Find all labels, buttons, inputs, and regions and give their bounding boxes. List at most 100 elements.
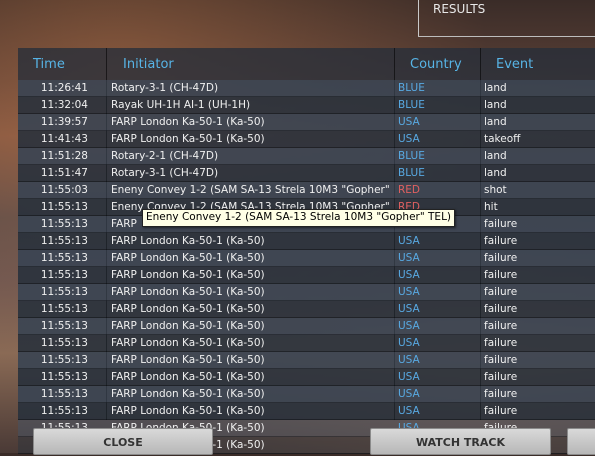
event-cell: failure — [484, 286, 518, 298]
time-cell: 11:55:13 — [40, 286, 88, 298]
initiator-cell: FARP London Ka-50-1 (Ka-50) — [111, 269, 265, 281]
country-cell: USA — [398, 388, 420, 400]
event-cell: failure — [484, 320, 518, 332]
header-event[interactable]: Event — [496, 57, 533, 72]
table-header: Time Initiator Country Event — [18, 48, 595, 78]
results-table: Time Initiator Country Event 11:26:41 Rot… — [18, 48, 595, 454]
table-row[interactable]: 11:55:13 FARP London Ka-50-1 (Ka-50) USA fa… — [18, 284, 595, 301]
event-cell: failure — [484, 337, 518, 349]
country-cell: BLUE — [398, 82, 425, 94]
initiator-cell: Rotary-2-1 (CH-47D) — [111, 150, 219, 162]
watch-track-button[interactable]: WATCH TRACK — [370, 428, 551, 455]
header-country[interactable]: Country — [410, 57, 462, 72]
country-cell: USA — [398, 337, 420, 349]
event-cell: failure — [484, 252, 518, 264]
header-time[interactable]: Time — [33, 57, 65, 72]
time-cell: 11:26:41 — [40, 82, 88, 94]
time-cell: 11:55:13 — [40, 303, 88, 315]
table-row[interactable]: 11:55:03 Eneny Convey 1-2 (SAM SA-13 Stre… — [18, 182, 595, 199]
table-row[interactable]: 11:55:13 FARP London Ka-50-1 (Ka-50) USA fa… — [18, 318, 595, 335]
initiator-cell: FARP London Ka-50-1 (Ka-50) — [111, 320, 265, 332]
table-row[interactable]: 11:26:41 Rotary-3-1 (CH-47D) BLUE land — [18, 80, 595, 97]
time-cell: 11:55:13 — [40, 269, 88, 281]
country-cell: USA — [398, 354, 420, 366]
partial-button[interactable] — [567, 428, 595, 455]
initiator-cell: Rayak UH-1H AI-1 (UH-1H) — [111, 99, 251, 111]
table-row[interactable]: 11:55:13 FARP London Ka-50-1 (Ka-50) USA fa… — [18, 250, 595, 267]
time-cell: 11:32:04 — [40, 99, 88, 111]
table-row[interactable]: 11:55:13 FARP London Ka-50-1 (Ka-50) USA fa… — [18, 369, 595, 386]
initiator-cell: FARP London Ka-50-1 (Ka-50) — [111, 337, 265, 349]
results-tab[interactable]: RESULTS — [433, 2, 485, 16]
event-cell: failure — [484, 303, 518, 315]
event-cell: failure — [484, 388, 518, 400]
event-cell: failure — [484, 235, 518, 247]
event-cell: land — [484, 99, 507, 111]
country-cell: USA — [398, 252, 420, 264]
event-cell: takeoff — [484, 133, 521, 145]
country-cell: USA — [398, 371, 420, 383]
table-row[interactable]: 11:51:28 Rotary-2-1 (CH-47D) BLUE land — [18, 148, 595, 165]
initiator-tooltip: Eneny Convey 1-2 (SAM SA-13 Strela 10M3 … — [142, 209, 456, 227]
country-cell: USA — [398, 133, 420, 145]
results-underline — [418, 36, 595, 37]
time-cell: 11:51:47 — [40, 167, 88, 179]
event-cell: land — [484, 116, 507, 128]
header-initiator[interactable]: Initiator — [123, 57, 174, 72]
initiator-cell: FARP London Ka-50-1 (Ka-50) — [111, 116, 265, 128]
initiator-cell: FARP London Ka-50-1 (Ka-50) — [111, 303, 265, 315]
initiator-cell: FARP London Ka-50-1 (Ka-50) — [111, 252, 265, 264]
table-row[interactable]: 11:55:13 FARP London Ka-50-1 (Ka-50) USA fa… — [18, 301, 595, 318]
time-cell: 11:39:57 — [40, 116, 88, 128]
initiator-cell: FARP London Ka-50-1 (Ka-50) — [111, 388, 265, 400]
initiator-cell: FARP London Ka-50-1 (Ka-50) — [111, 371, 265, 383]
event-cell: failure — [484, 218, 518, 230]
country-cell: USA — [398, 235, 420, 247]
time-cell: 11:55:13 — [40, 320, 88, 332]
event-cell: failure — [484, 371, 518, 383]
results-divider — [418, 0, 419, 36]
country-cell: USA — [398, 116, 420, 128]
event-cell: failure — [484, 354, 518, 366]
initiator-cell: Rotary-3-1 (CH-47D) — [111, 167, 219, 179]
time-cell: 11:55:13 — [40, 405, 88, 417]
time-cell: 11:55:13 — [40, 252, 88, 264]
time-cell: 11:55:13 — [40, 371, 88, 383]
initiator-cell: FARP London Ka-50-1 (Ka-50) — [111, 354, 265, 366]
table-row[interactable]: 11:41:43 FARP London Ka-50-1 (Ka-50) USA ta… — [18, 131, 595, 148]
close-button[interactable]: CLOSE — [33, 428, 213, 455]
event-cell: land — [484, 167, 507, 179]
table-row[interactable]: 11:55:13 FARP London Ka-50-1 (Ka-50) USA fa… — [18, 386, 595, 403]
time-cell: 11:55:13 — [40, 337, 88, 349]
time-cell: 11:41:43 — [40, 133, 88, 145]
time-cell: 11:55:13 — [40, 218, 88, 230]
table-row[interactable]: 11:39:57 FARP London Ka-50-1 (Ka-50) USA la… — [18, 114, 595, 131]
event-cell: shot — [484, 184, 507, 196]
event-cell: hit — [484, 201, 498, 213]
table-row[interactable]: 11:55:13 FARP London Ka-50-1 (Ka-50) USA fa… — [18, 233, 595, 250]
country-cell: RED — [398, 184, 421, 196]
time-cell: 11:55:13 — [40, 235, 88, 247]
table-row[interactable]: 11:51:47 Rotary-3-1 (CH-47D) BLUE land — [18, 165, 595, 182]
initiator-cell: FARP London Ka-50-1 (Ka-50) — [111, 133, 265, 145]
country-cell: USA — [398, 320, 420, 332]
country-cell: BLUE — [398, 99, 425, 111]
event-cell: land — [484, 82, 507, 94]
event-cell: land — [484, 150, 507, 162]
table-row[interactable]: 11:55:13 FARP London Ka-50-1 (Ka-50) USA fa… — [18, 403, 595, 420]
initiator-cell: Rotary-3-1 (CH-47D) — [111, 82, 219, 94]
time-cell: 11:55:13 — [40, 388, 88, 400]
table-row[interactable]: 11:55:13 FARP London Ka-50-1 (Ka-50) USA fa… — [18, 267, 595, 284]
table-row[interactable]: 11:32:04 Rayak UH-1H AI-1 (UH-1H) BLUE land — [18, 97, 595, 114]
initiator-cell: FARP — [111, 218, 137, 230]
country-cell: USA — [398, 303, 420, 315]
initiator-cell: Eneny Convey 1-2 (SAM SA-13 Strela 10M3 … — [111, 184, 390, 196]
table-row[interactable]: 11:55:13 FARP London Ka-50-1 (Ka-50) USA fa… — [18, 352, 595, 369]
country-cell: BLUE — [398, 167, 425, 179]
country-cell: USA — [398, 269, 420, 281]
initiator-cell: FARP London Ka-50-1 (Ka-50) — [111, 286, 265, 298]
time-cell: 11:55:13 — [40, 354, 88, 366]
initiator-cell: FARP London Ka-50-1 (Ka-50) — [111, 405, 265, 417]
country-cell: USA — [398, 405, 420, 417]
table-row[interactable]: 11:55:13 FARP London Ka-50-1 (Ka-50) USA fa… — [18, 335, 595, 352]
